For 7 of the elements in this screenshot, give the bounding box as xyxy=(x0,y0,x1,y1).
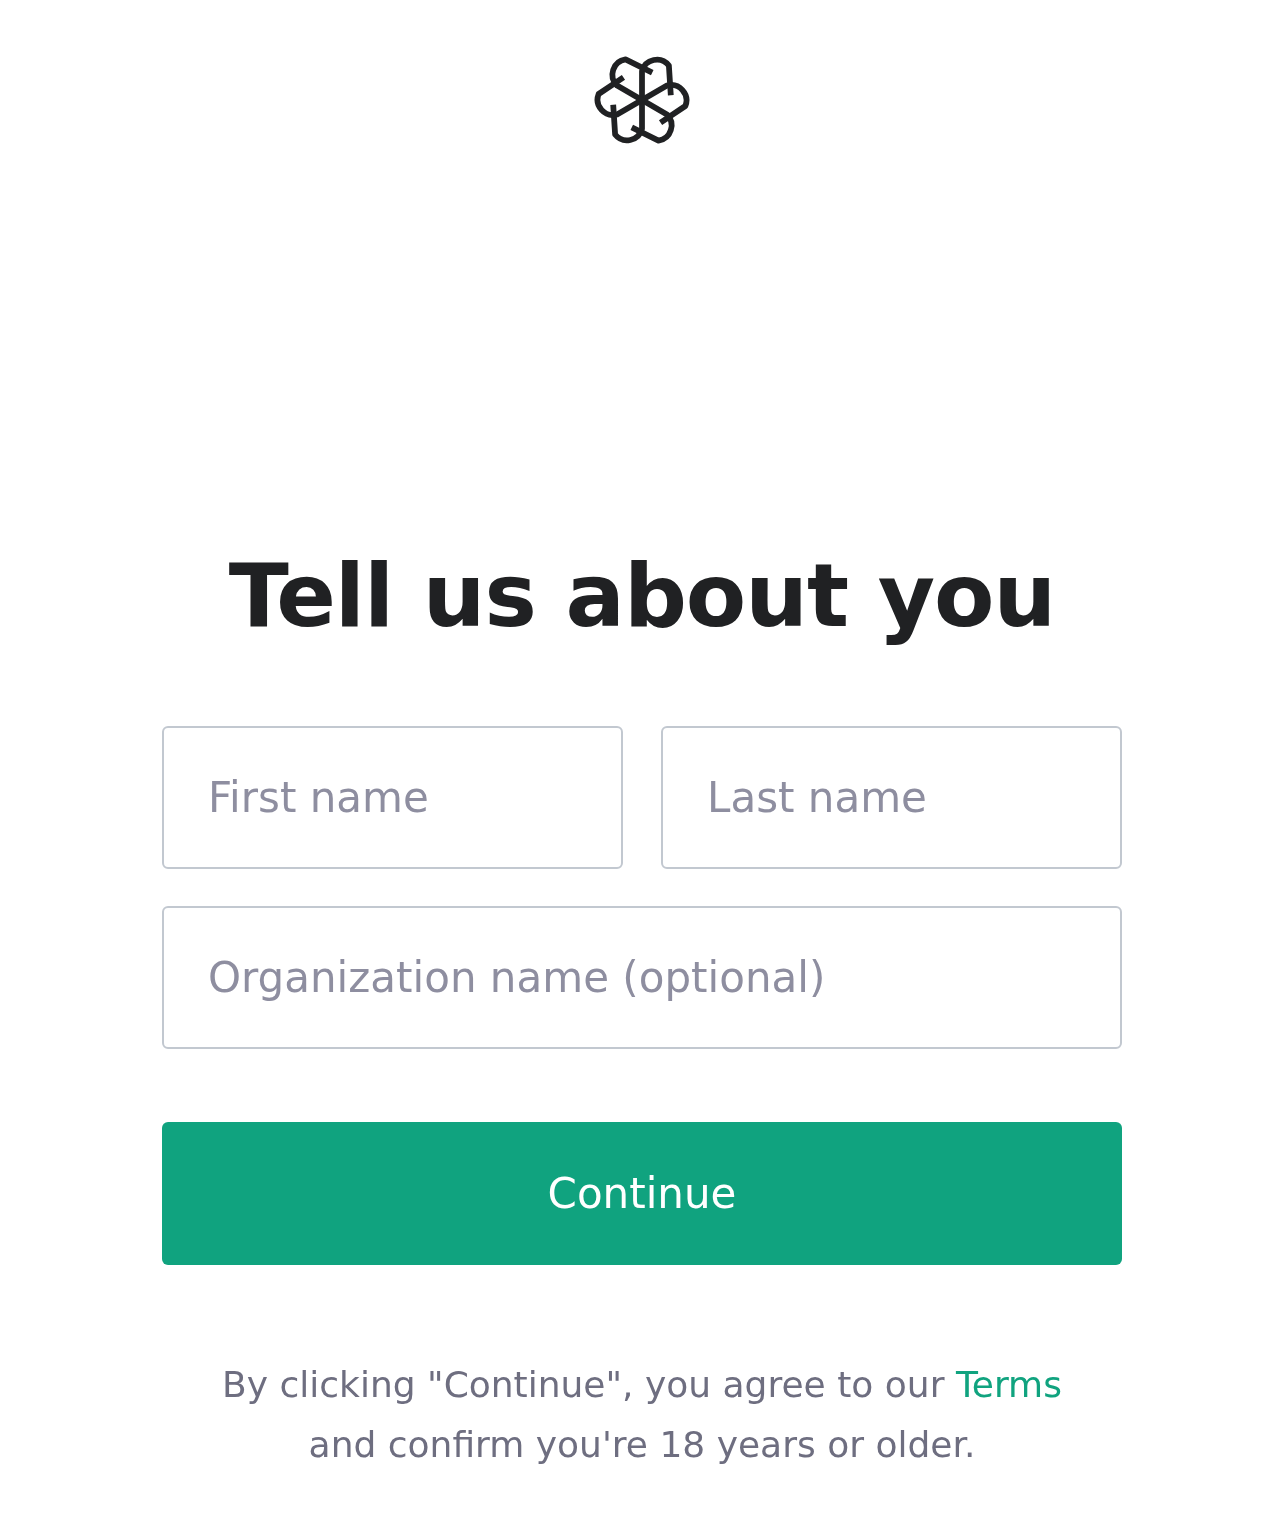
input-field[interactable]: Last name xyxy=(661,726,1122,869)
input-field[interactable]: Organization name (optional) xyxy=(162,906,1122,1049)
legal-notice: By clicking "Continue", you agree to our Terms and confirm you're 18 years or older. xyxy=(221,1363,1063,1467)
page-heading: Tell us about you xyxy=(228,543,1056,649)
continue-button[interactable]: Continue xyxy=(162,1122,1122,1265)
terms-link[interactable]: Terms xyxy=(955,1364,1062,1405)
input-field[interactable]: First name xyxy=(162,726,623,869)
